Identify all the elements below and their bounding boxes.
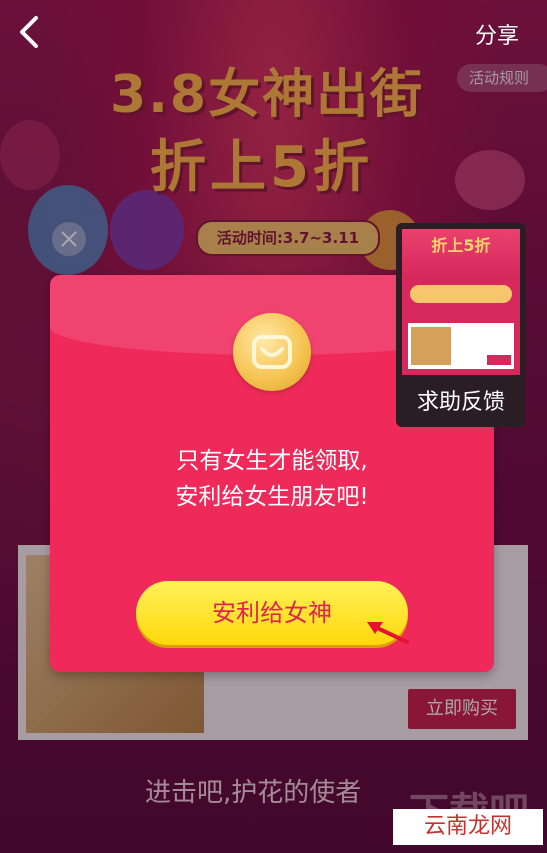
top-bar: 分享 xyxy=(0,0,547,64)
message-line-2: 安利给女生朋友吧! xyxy=(175,484,369,510)
feedback-label: 求助反馈 xyxy=(416,390,505,415)
share-button[interactable]: 分享 xyxy=(475,18,519,50)
thumbnail-title: 折上5折 xyxy=(402,229,520,277)
feedback-screenshot-thumbnail: 折上5折 xyxy=(402,229,520,375)
thumbnail-product-image xyxy=(411,327,451,365)
envelope-message: 只有女生才能领取, 安利给女生朋友吧! xyxy=(50,443,494,515)
red-arrow-icon xyxy=(367,622,409,644)
thumbnail-product xyxy=(408,323,514,369)
thumbnail-buy-button xyxy=(487,355,511,365)
message-line-1: 只有女生才能领取, xyxy=(176,448,368,474)
smile-coin-icon xyxy=(233,313,311,391)
watermark-badge: 云南龙网 xyxy=(393,809,543,845)
feedback-widget[interactable]: 折上5折 求助反馈 xyxy=(396,223,526,427)
thumbnail-bar xyxy=(410,285,512,303)
chevron-left-icon[interactable] xyxy=(14,14,44,50)
